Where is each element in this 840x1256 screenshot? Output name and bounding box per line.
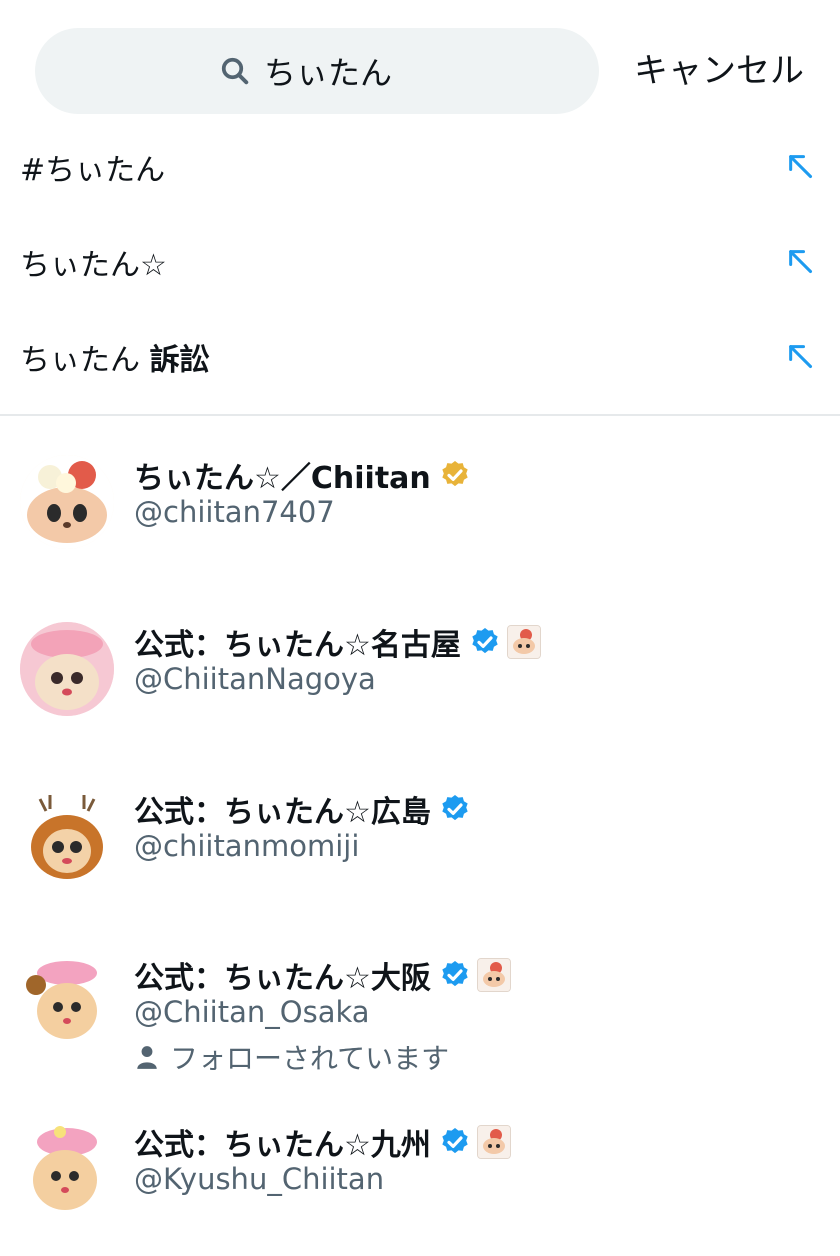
avatar[interactable] [20, 789, 114, 883]
search-input[interactable] [264, 52, 414, 90]
arrow-up-left-icon[interactable] [786, 342, 814, 370]
account-name: 公式：ちぃたん☆広島 [134, 789, 471, 830]
suggestion-label: ちぃたん☆ [20, 248, 167, 283]
avatar-image [20, 455, 114, 549]
verified-badge-icon [442, 961, 468, 987]
person-icon [137, 1046, 157, 1069]
suggestion-label: ちぃたん 訴訟 [20, 343, 210, 378]
arrow-up-left-icon[interactable] [786, 152, 814, 180]
avatar[interactable] [20, 955, 114, 1049]
suggestion-item[interactable]: ちぃたん☆ [0, 215, 840, 309]
verified-badge-icon [442, 1128, 468, 1154]
account-result[interactable]: 公式：ちぃたん☆広島 @chiitanmomiji [0, 789, 840, 919]
verified-badge-icon [442, 795, 468, 821]
search-icon [221, 57, 249, 85]
avatar[interactable] [20, 622, 114, 716]
account-handle: @ChiitanNagoya [134, 662, 376, 696]
avatar-image [20, 955, 114, 1049]
affiliate-badge-icon [476, 1125, 511, 1159]
avatar[interactable] [20, 455, 114, 549]
account-name: 公式：ちぃたん☆名古屋 [134, 622, 541, 663]
verified-badge-icon [442, 461, 468, 487]
account-name: 公式：ちぃたん☆大阪 [134, 955, 511, 996]
avatar-image [20, 789, 114, 883]
avatar[interactable] [20, 1122, 114, 1216]
account-result[interactable]: 公式：ちぃたん☆名古屋 @ChiitanNagoya [0, 622, 840, 752]
follows-you-label: フォローされています [134, 1037, 449, 1077]
suggestion-item[interactable]: #ちぃたん [0, 120, 840, 214]
arrow-up-left-icon[interactable] [786, 247, 814, 275]
account-name: 公式：ちぃたん☆九州 [134, 1122, 511, 1163]
account-handle: @chiitan7407 [134, 495, 335, 529]
avatar-image [20, 1122, 114, 1216]
account-handle: @chiitanmomiji [134, 829, 360, 863]
affiliate-badge-icon [476, 958, 511, 992]
account-handle: @Kyushu_Chiitan [134, 1162, 385, 1196]
cancel-button[interactable]: キャンセル [634, 28, 804, 114]
suggestion-item[interactable]: ちぃたん 訴訟 [0, 310, 840, 404]
account-name: ちぃたん☆／Chiitan [134, 455, 471, 496]
avatar-image [20, 622, 114, 716]
account-result[interactable]: ちぃたん☆／Chiitan @chiitan7407 [0, 455, 840, 585]
affiliate-badge-icon [506, 625, 541, 659]
account-result[interactable]: 公式：ちぃたん☆大阪 @Chiitan_Osaka フォローされています [0, 955, 840, 1085]
account-result[interactable]: 公式：ちぃたん☆九州 @Kyushu_Chiitan [0, 1122, 840, 1252]
verified-badge-icon [472, 628, 498, 654]
suggestion-label: #ちぃたん [20, 153, 166, 188]
search-header: キャンセル [0, 28, 840, 114]
search-box[interactable] [35, 28, 599, 114]
divider [0, 414, 840, 416]
account-handle: @Chiitan_Osaka [134, 995, 370, 1029]
